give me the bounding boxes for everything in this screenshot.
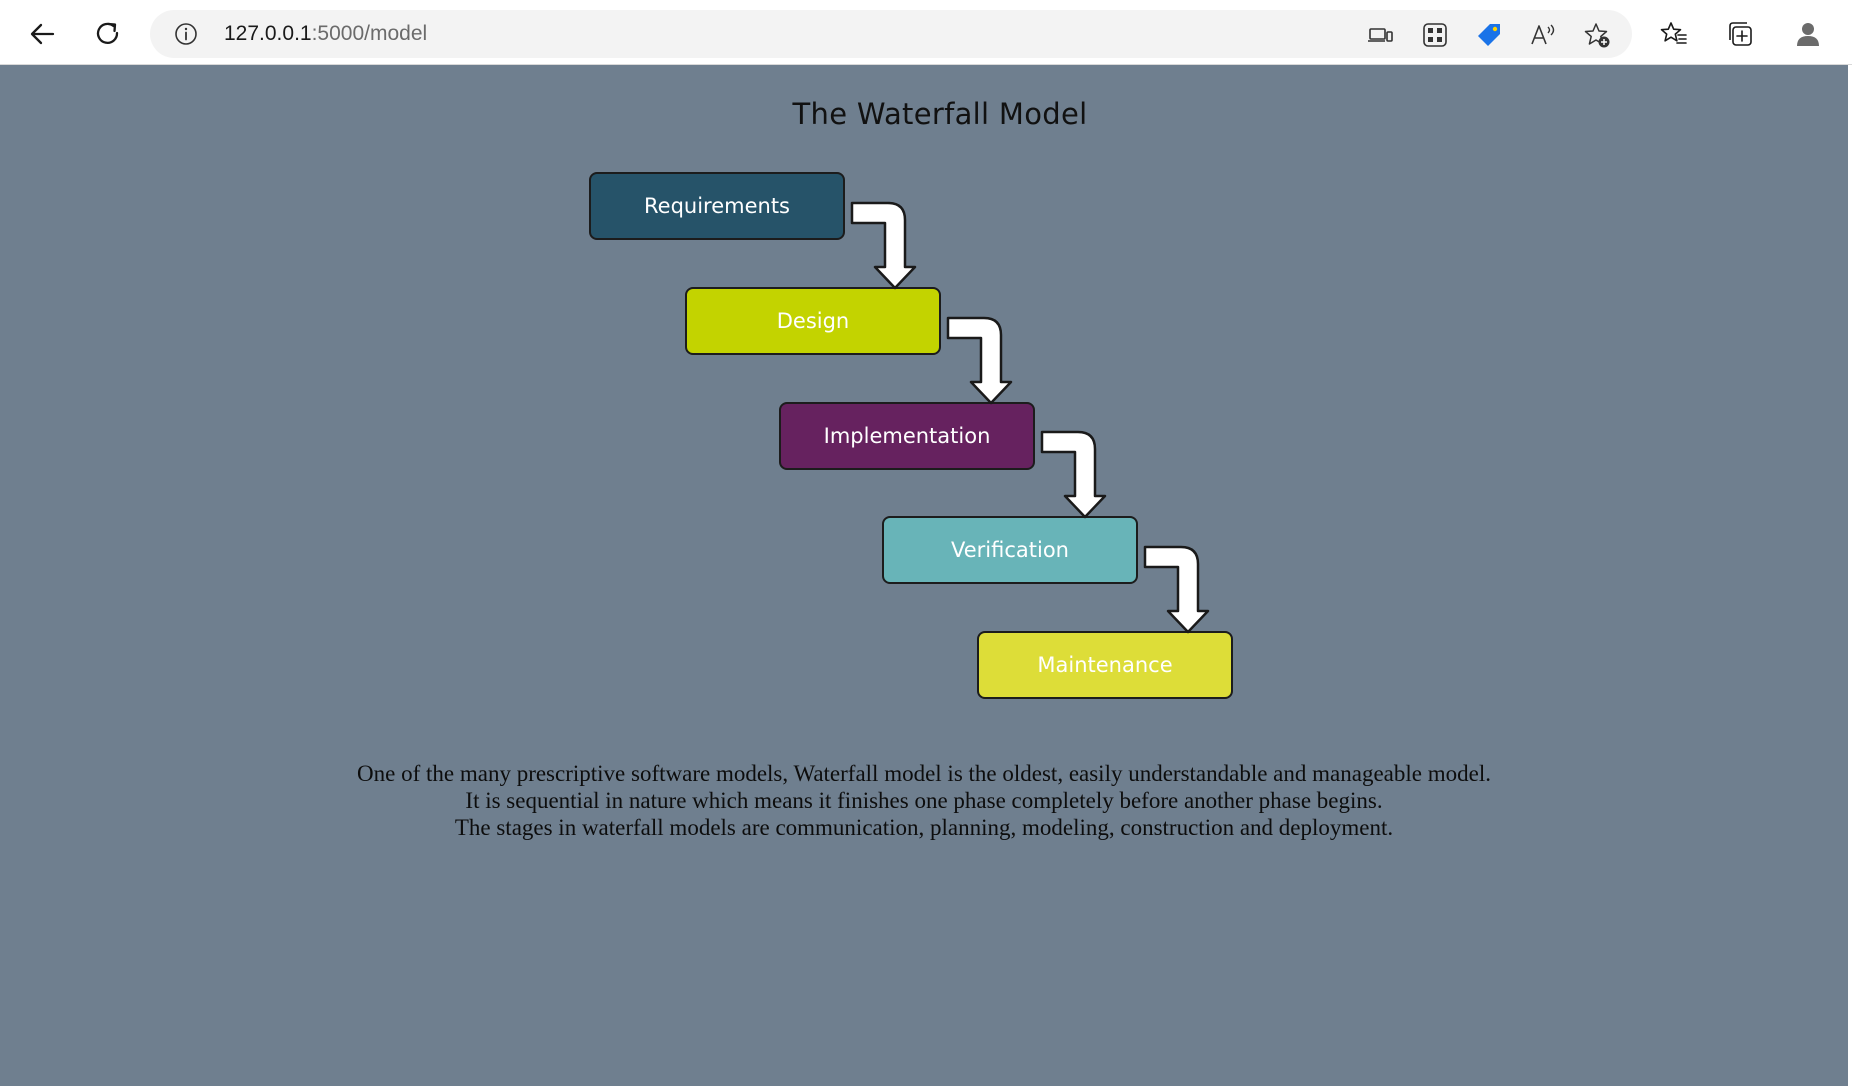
flow-arrow-icon xyxy=(1143,545,1210,634)
phase-label: Design xyxy=(776,309,850,333)
refresh-button[interactable] xyxy=(88,14,128,54)
scrollbar[interactable] xyxy=(1848,65,1852,1086)
collections-icon xyxy=(1729,22,1752,46)
app-available-icon xyxy=(1368,28,1393,42)
profile-icon xyxy=(1797,23,1819,46)
favorites-icon xyxy=(1660,22,1687,44)
phase-verification: Verification xyxy=(882,516,1138,584)
phase-requirements: Requirements xyxy=(589,172,845,240)
browser-toolbar: 127.0.0.1:5000/model xyxy=(0,0,1852,65)
description-line: It is sequential in nature which means i… xyxy=(465,788,1383,813)
phase-label: Verification xyxy=(951,538,1069,562)
description-line: One of the many prescriptive software mo… xyxy=(357,761,1491,786)
page-title: The Waterfall Model xyxy=(792,97,1088,131)
add-favorite-icon xyxy=(1584,23,1610,48)
app-available-button[interactable] xyxy=(1365,20,1395,50)
refresh-icon xyxy=(96,22,119,45)
phase-label: Maintenance xyxy=(1037,653,1173,677)
flow-arrow-icon xyxy=(1040,430,1107,519)
flow-arrow-icon xyxy=(850,201,917,290)
description-line: The stages in waterfall models are commu… xyxy=(454,815,1394,840)
phase-label: Implementation xyxy=(823,424,991,448)
qr-code-icon xyxy=(1423,23,1447,47)
site-info-icon[interactable] xyxy=(174,22,198,46)
collections-button[interactable] xyxy=(1720,14,1760,54)
favorites-button[interactable] xyxy=(1654,14,1694,54)
phase-implementation: Implementation xyxy=(779,402,1035,470)
phase-label: Requirements xyxy=(644,194,790,218)
read-aloud-icon xyxy=(1531,24,1555,45)
phase-maintenance: Maintenance xyxy=(977,631,1233,699)
url-path: :5000/model xyxy=(311,22,428,45)
flow-arrow-icon xyxy=(946,316,1013,405)
phase-design: Design xyxy=(685,287,941,355)
add-favorite-button[interactable] xyxy=(1582,20,1612,50)
url-host: 127.0.0.1 xyxy=(224,22,312,45)
page-viewport: The Waterfall Model Requirements Design … xyxy=(0,65,1848,1086)
back-button[interactable] xyxy=(22,14,62,54)
url-text[interactable]: 127.0.0.1:5000/model xyxy=(224,22,427,46)
back-icon xyxy=(30,23,55,45)
read-aloud-button[interactable] xyxy=(1528,20,1558,50)
model-description: One of the many prescriptive software mo… xyxy=(0,760,1848,841)
shopping-button[interactable] xyxy=(1474,20,1504,50)
address-bar[interactable]: 127.0.0.1:5000/model xyxy=(150,10,1632,58)
shopping-tag-icon xyxy=(1478,24,1500,46)
qr-code-button[interactable] xyxy=(1420,20,1450,50)
profile-button[interactable] xyxy=(1788,14,1828,54)
